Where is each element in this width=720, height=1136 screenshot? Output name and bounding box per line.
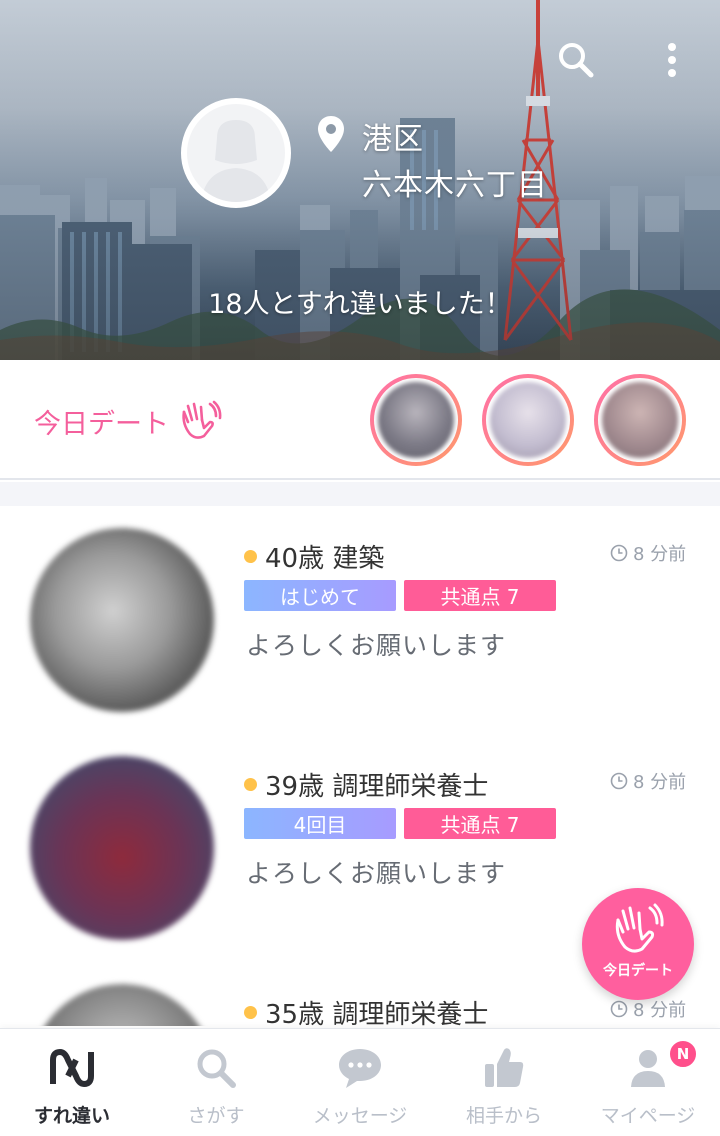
today-date-label: 今日デート: [34, 409, 169, 440]
elapsed-time: 8 分前: [633, 772, 687, 793]
hero-header: 港区 六本木六丁目 18人とすれ違いました！: [0, 0, 720, 360]
user-message: よろしくお願いします: [246, 859, 507, 888]
nav-label: さがす: [187, 1105, 245, 1127]
online-status-dot: [244, 778, 257, 791]
thumbs-up-icon: [479, 1043, 529, 1093]
nav-item-search[interactable]: さがす: [144, 1029, 288, 1136]
nav-label: マイページ: [600, 1105, 696, 1127]
section-divider: [0, 482, 720, 506]
today-date-row[interactable]: 今日デート: [0, 360, 720, 480]
passing-icon: [47, 1043, 97, 1093]
encounter-count-badge: はじめて: [244, 580, 396, 611]
encounter-count-badge: 4回目: [244, 808, 396, 839]
nav-item-messages[interactable]: メッセージ: [288, 1029, 432, 1136]
user-age-job: 35歳 調理師栄養士: [265, 1000, 489, 1026]
bottom-navigation: すれ違い さがす メッセージ 相手から N マイページ: [0, 1028, 720, 1136]
today-date-avatar-3[interactable]: [594, 374, 686, 466]
nav-label: すれ違い: [33, 1105, 110, 1127]
fab-label: 今日デート: [603, 963, 673, 979]
clock-icon: [610, 772, 628, 790]
list-item[interactable]: 40歳 建築 8 分前 はじめて 共通点 7 よろしくお願いします: [0, 506, 720, 734]
common-points-badge: 共通点 7: [404, 808, 556, 839]
user-avatar[interactable]: [30, 984, 214, 1026]
online-status-dot: [244, 550, 257, 563]
clock-icon: [610, 544, 628, 562]
nav-item-mypage[interactable]: N マイページ: [576, 1029, 720, 1136]
user-avatar[interactable]: [30, 528, 214, 712]
common-points-badge: 共通点 7: [404, 580, 556, 611]
clock-icon: [610, 1000, 628, 1018]
user-age-job: 39歳 調理師栄養士: [265, 772, 489, 802]
more-options-icon[interactable]: [650, 38, 694, 82]
default-user-icon: [201, 120, 271, 202]
nav-item-likes[interactable]: 相手から: [432, 1029, 576, 1136]
notification-badge: N: [668, 1039, 698, 1069]
nav-item-passing[interactable]: すれ違い: [0, 1029, 144, 1136]
location-pin-icon: [318, 116, 344, 152]
person-icon: [623, 1043, 673, 1093]
today-date-avatar-2[interactable]: [482, 374, 574, 466]
elapsed-time: 8 分前: [633, 544, 687, 565]
nav-label: 相手から: [465, 1105, 542, 1127]
search-icon: [191, 1043, 241, 1093]
search-icon[interactable]: [554, 38, 598, 82]
today-date-avatar-1[interactable]: [370, 374, 462, 466]
location-ward: 港区: [362, 122, 424, 157]
chat-icon: [335, 1043, 385, 1093]
nav-label: メッセージ: [312, 1105, 408, 1127]
app-screen: 港区 六本木六丁目 18人とすれ違いました！ 今日デート 40歳 建築 8 分前…: [0, 0, 720, 1136]
user-avatar[interactable]: [30, 756, 214, 940]
today-date-fab-button[interactable]: 今日デート: [582, 888, 694, 1000]
online-status-dot: [244, 1006, 257, 1019]
location-district: 六本木六丁目: [362, 168, 548, 203]
my-avatar[interactable]: [181, 98, 291, 208]
waving-hand-icon: [182, 400, 222, 439]
waving-hand-icon: [615, 903, 664, 953]
user-message: よろしくお願いします: [246, 631, 507, 660]
passed-count-message: 18人とすれ違いました！: [208, 289, 512, 320]
user-age-job: 40歳 建築: [265, 544, 385, 574]
